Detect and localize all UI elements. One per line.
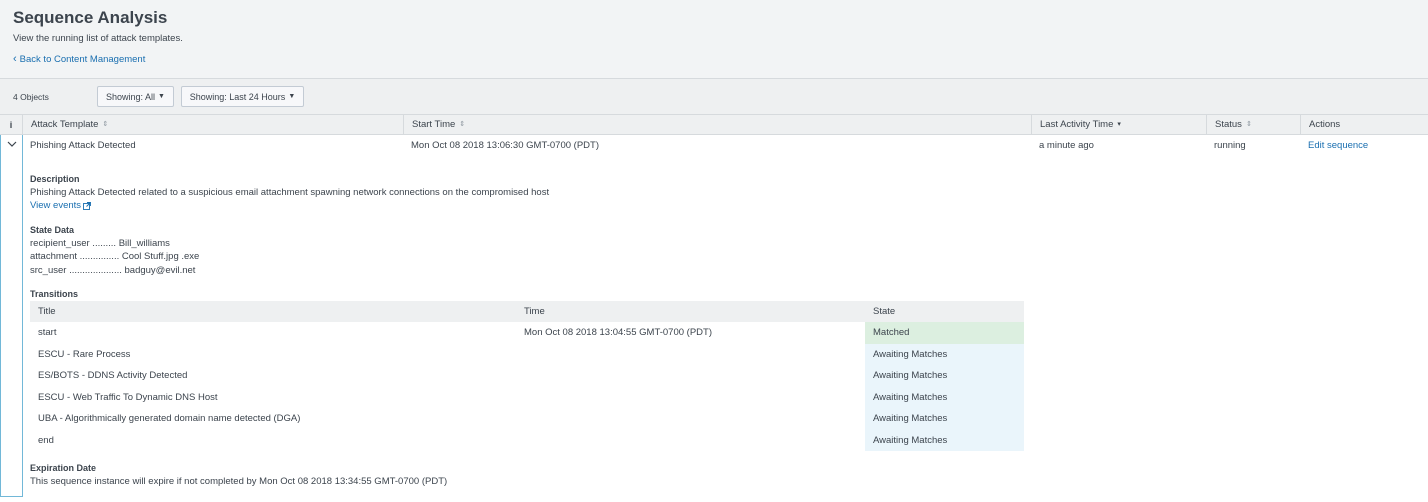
state-value: badguy@evil.net (124, 265, 196, 276)
transition-title: ES/BOTS - DDNS Activity Detected (38, 370, 188, 382)
chevron-down-icon[interactable] (7, 139, 17, 149)
transition-state-awaiting: Awaiting Matches (865, 343, 1024, 365)
transition-time (516, 387, 865, 409)
state-dots: .................... (66, 265, 125, 276)
sort-icon: ⇕ (102, 121, 109, 128)
state-value: Cool Stuff.jpg .exe (121, 251, 200, 262)
column-actions: Actions (1300, 115, 1428, 135)
row-last-activity: a minute ago (1039, 140, 1094, 151)
external-link-icon (83, 201, 92, 210)
state-data-item: recipient_user ......... Bill_williams (30, 238, 170, 249)
transition-title: end (38, 434, 54, 446)
row-expand-strip (0, 135, 23, 497)
back-to-content-management-link[interactable]: ‹ Back to Content Management (13, 53, 145, 65)
object-count: 4 Objects (13, 92, 49, 102)
state-key: attachment (30, 251, 77, 262)
column-last-activity-label: Last Activity Time (1040, 119, 1114, 130)
showing-all-dropdown[interactable]: Showing: All ▼ (97, 86, 174, 107)
column-attack-template-label: Attack Template (31, 119, 99, 130)
row-start-time: Mon Oct 08 2018 13:06:30 GMT-0700 (PDT) (411, 140, 599, 151)
expiration-label: Expiration Date (30, 463, 97, 473)
back-link-label: Back to Content Management (19, 53, 146, 65)
caret-down-icon: ▼ (158, 93, 165, 100)
transition-state-awaiting: Awaiting Matches (865, 386, 1024, 408)
caret-down-icon: ▼ (288, 93, 296, 100)
state-dots: ............... (77, 251, 122, 262)
view-events-link-wrap: View events (30, 200, 92, 211)
showing-all-label: Showing: All (106, 91, 156, 102)
transition-title: ESCU - Rare Process (38, 348, 131, 360)
transition-row: ES/BOTS - DDNS Activity Detected Awaitin… (30, 365, 1024, 387)
column-start-time[interactable]: Start Time ⇕ (403, 115, 1031, 135)
row-attack-template: Phishing Attack Detected (30, 140, 136, 151)
state-dots: ......... (89, 238, 119, 249)
transitions-col-time: Time (524, 306, 545, 317)
transition-title: ESCU - Web Traffic To Dynamic DNS Host (38, 391, 218, 403)
transition-time (516, 430, 865, 452)
transitions-col-state: State (873, 306, 896, 317)
column-status[interactable]: Status ⇕ (1206, 115, 1300, 135)
state-key: src_user (30, 265, 67, 276)
transition-title: UBA - Algorithmically generated domain n… (38, 413, 301, 425)
transition-state-awaiting: Awaiting Matches (865, 408, 1024, 430)
state-data-item: attachment ............... Cool Stuff.jp… (30, 251, 199, 262)
transition-row: ESCU - Rare Process Awaiting Matches (30, 343, 1024, 366)
state-value: Bill_williams (118, 238, 170, 249)
transition-title: start (38, 327, 57, 339)
table-body: Phishing Attack Detected Mon Oct 08 2018… (0, 135, 1428, 502)
transition-time (516, 408, 865, 430)
transitions-header: Title Time State (30, 301, 1024, 322)
info-icon[interactable]: i (0, 115, 22, 135)
transitions-label: Transitions (30, 289, 79, 299)
row-status: running (1214, 140, 1246, 151)
page-title: Sequence Analysis (13, 8, 168, 27)
page-header: Sequence Analysis View the running list … (0, 0, 1428, 79)
transition-state-matched: Matched (865, 322, 1024, 344)
toolbar: 4 Objects Showing: All ▼ Showing: Last 2… (0, 80, 1428, 114)
showing-time-dropdown[interactable]: Showing: Last 24 Hours ▼ (181, 86, 304, 107)
column-attack-template[interactable]: Attack Template ⇕ (22, 115, 403, 135)
edit-sequence-link[interactable]: Edit sequence (1308, 140, 1368, 151)
description-label: Description (30, 174, 80, 184)
transition-time: Mon Oct 08 2018 13:04:55 GMT-0700 (PDT) (524, 327, 712, 339)
state-data-item: src_user .................... badguy@evi… (30, 265, 195, 276)
sort-descending-icon: ▾ (1117, 121, 1121, 128)
transition-time (516, 344, 865, 366)
view-events-label: View events (30, 200, 82, 211)
sort-icon: ⇕ (459, 121, 466, 128)
column-actions-label: Actions (1309, 119, 1341, 130)
transition-state-awaiting: Awaiting Matches (865, 365, 1024, 387)
expiration-text: This sequence instance will expire if no… (30, 476, 448, 487)
transitions-table: Title Time State start Mon Oct 08 2018 1… (30, 301, 1024, 451)
page-subtitle: View the running list of attack template… (13, 33, 183, 44)
transition-row: ESCU - Web Traffic To Dynamic DNS Host A… (30, 386, 1024, 409)
column-last-activity-time[interactable]: Last Activity Time ▾ (1031, 115, 1206, 135)
transition-time (516, 365, 865, 387)
transition-state-awaiting: Awaiting Matches (865, 429, 1024, 451)
state-key: recipient_user (30, 238, 90, 249)
column-status-label: Status (1215, 119, 1242, 130)
transition-row: end Awaiting Matches (30, 429, 1024, 452)
transitions-col-title: Title (38, 306, 56, 317)
transition-row: start Mon Oct 08 2018 13:04:55 GMT-0700 … (30, 322, 1024, 344)
sort-icon: ⇕ (1245, 121, 1252, 128)
chevron-left-icon: ‹ (13, 53, 17, 65)
state-data-label: State Data (30, 225, 75, 235)
view-events-link[interactable]: View events (30, 200, 92, 211)
column-start-time-label: Start Time (412, 119, 456, 130)
table-header: i Attack Template ⇕ Start Time ⇕ Last Ac… (0, 114, 1428, 135)
transition-row: UBA - Algorithmically generated domain n… (30, 408, 1024, 430)
showing-time-label: Showing: Last 24 Hours (189, 91, 286, 102)
description-text: Phishing Attack Detected related to a su… (30, 187, 550, 198)
